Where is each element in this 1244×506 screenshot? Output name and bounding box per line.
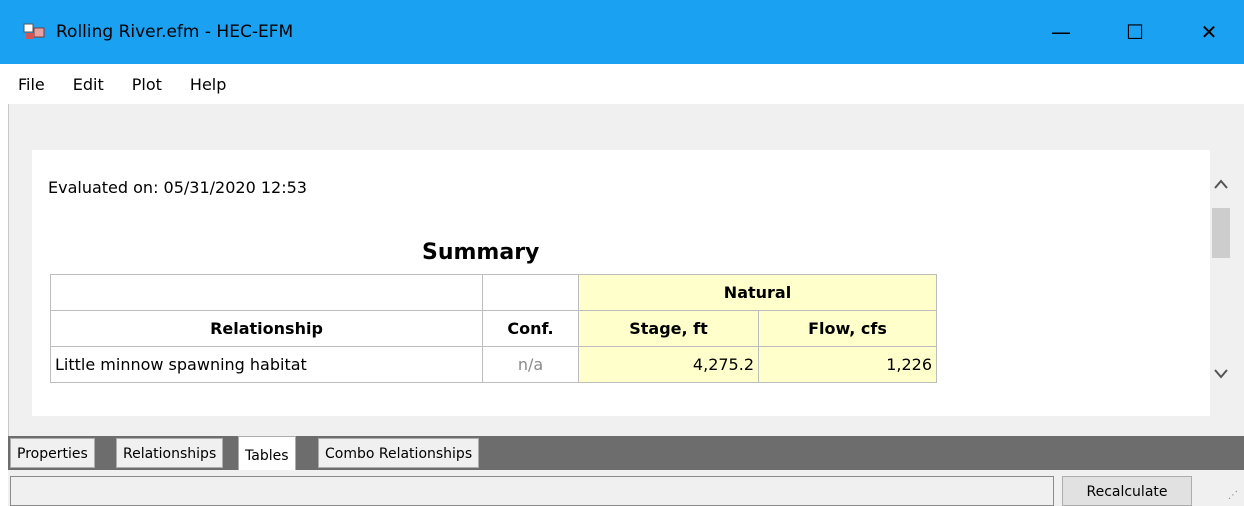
close-button[interactable]: ✕ — [1172, 0, 1244, 64]
table-row: Little minnow spawning habitat n/a 4,275… — [50, 346, 937, 383]
header-flow: Flow, cfs — [758, 310, 937, 347]
chevron-up-icon — [1214, 179, 1228, 189]
scroll-up-button[interactable] — [1210, 178, 1232, 198]
tab-properties[interactable]: Properties — [10, 438, 95, 468]
title-bar[interactable]: Rolling River.efm - HEC-EFM — ☐ ✕ — [0, 0, 1244, 64]
maximize-button[interactable]: ☐ — [1098, 0, 1172, 64]
scroll-down-button[interactable] — [1210, 368, 1232, 388]
menu-plot[interactable]: Plot — [132, 75, 162, 94]
empty-header-cell — [482, 274, 579, 311]
minimize-button[interactable]: — — [1024, 0, 1098, 64]
evaluated-timestamp: Evaluated on: 05/31/2020 12:53 — [48, 178, 307, 197]
tab-tables[interactable]: Tables — [238, 436, 296, 472]
header-relationship: Relationship — [50, 310, 483, 347]
window-title: Rolling River.efm - HEC-EFM — [56, 22, 294, 42]
group-header-row: Natural — [50, 274, 937, 311]
close-icon: ✕ — [1200, 20, 1218, 44]
resize-grip-icon[interactable]: ⋰ — [1228, 490, 1238, 501]
natural-group-header: Natural — [578, 274, 937, 311]
menu-bar: File Edit Plot Help — [0, 64, 1244, 104]
tab-relationships[interactable]: Relationships — [116, 438, 224, 468]
column-header-row: Relationship Conf. Stage, ft Flow, cfs — [50, 310, 937, 347]
chevron-down-icon — [1214, 369, 1228, 379]
minimize-icon: — — [1051, 20, 1071, 44]
menu-file[interactable]: File — [18, 75, 45, 94]
cell-stage: 4,275.2 — [578, 346, 759, 383]
status-field — [10, 476, 1054, 506]
app-icon — [23, 23, 45, 39]
recalculate-button[interactable]: Recalculate — [1062, 476, 1192, 506]
summary-table: Natural Relationship Conf. Stage, ft Flo… — [50, 274, 937, 383]
empty-header-cell — [50, 274, 483, 311]
scrollbar-thumb[interactable] — [1212, 208, 1230, 258]
header-stage: Stage, ft — [578, 310, 759, 347]
cell-relationship: Little minnow spawning habitat — [50, 346, 483, 383]
cell-conf: n/a — [482, 346, 579, 383]
menu-help[interactable]: Help — [190, 75, 226, 94]
tab-combo-relationships[interactable]: Combo Relationships — [318, 438, 480, 468]
cell-flow: 1,226 — [758, 346, 937, 383]
maximize-icon: ☐ — [1126, 20, 1144, 44]
summary-title: Summary — [422, 240, 540, 265]
header-conf: Conf. — [482, 310, 579, 347]
menu-edit[interactable]: Edit — [73, 75, 104, 94]
